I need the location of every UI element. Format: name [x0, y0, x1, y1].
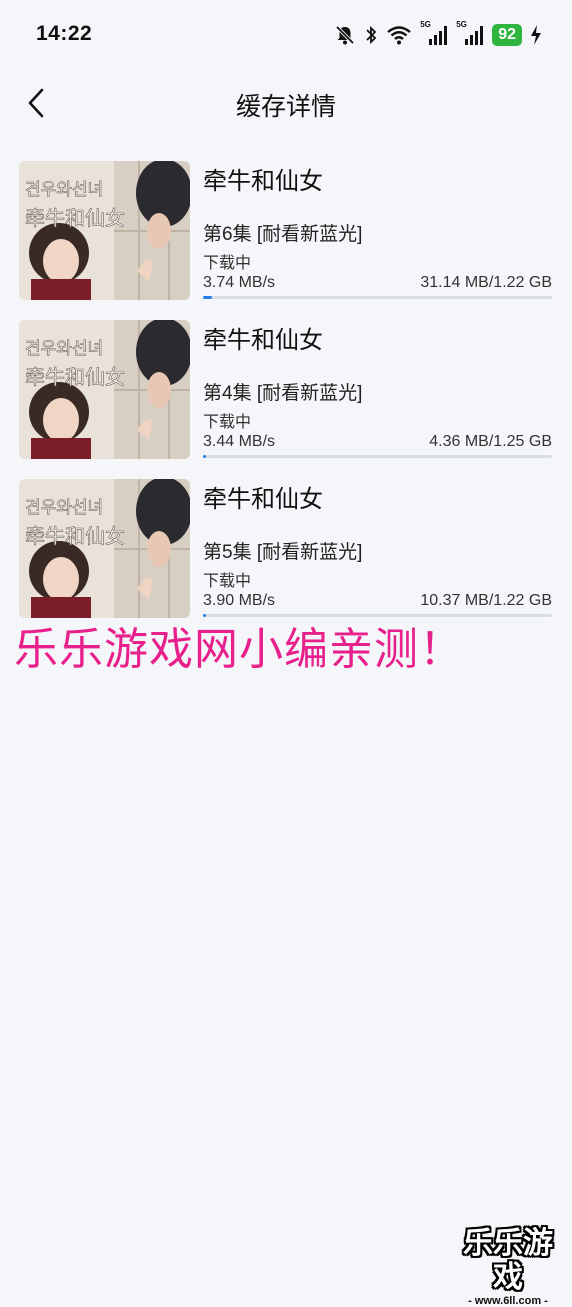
- progress-bar: [203, 455, 552, 458]
- poster-chinese-title: 牵牛和仙女: [25, 365, 125, 389]
- status-bar: 14:22 5G 5G 92: [0, 0, 572, 64]
- download-speed: 3.74 MB/s: [203, 274, 276, 291]
- download-status: 下载中: [203, 414, 252, 431]
- poster-chinese-title: 牵牛和仙女: [25, 206, 125, 230]
- signal-5g-icon: 5G: [456, 20, 484, 47]
- download-info: 牵牛和仙女 第4集 [耐看新蓝光] 下载中 3.44 MB/s 4.36 MB/…: [203, 318, 552, 460]
- episode-label: 第4集 [耐看新蓝光]: [203, 383, 363, 404]
- charging-icon: [531, 25, 541, 45]
- network-label: 5G: [456, 20, 467, 29]
- header: 缓存详情: [0, 72, 572, 134]
- wifi-icon: [387, 26, 411, 45]
- download-size: 10.37 MB/1.22 GB: [420, 592, 552, 609]
- network-label: 5G: [420, 20, 431, 29]
- episode-label: 第5集 [耐看新蓝光]: [203, 542, 363, 563]
- download-size: 31.14 MB/1.22 GB: [420, 274, 552, 291]
- poster-thumbnail: 견우와선녀 牵牛和仙女: [19, 479, 190, 618]
- progress-fill: [203, 296, 212, 299]
- download-title: 牵牛和仙女: [203, 486, 323, 513]
- download-title: 牵牛和仙女: [203, 327, 323, 354]
- watermark-text: 乐乐游戏网小编亲测！: [14, 624, 464, 675]
- signal-5g-icon: 5G: [420, 20, 448, 47]
- download-title: 牵牛和仙女: [203, 168, 323, 195]
- poster-thumbnail: 견우와선녀 牵牛和仙女: [19, 320, 190, 459]
- poster-korean-title: 견우와선녀: [25, 498, 103, 518]
- site-logo-name: 乐乐游戏: [463, 1226, 553, 1295]
- download-size: 4.36 MB/1.25 GB: [429, 433, 552, 450]
- poster-thumbnail: 견우와선녀 牵牛和仙女: [19, 161, 190, 300]
- site-logo-url: - www.6ll.com -: [468, 1295, 548, 1307]
- status-time: 14:22: [36, 22, 93, 45]
- download-info: 牵牛和仙女 第6集 [耐看新蓝光] 下载中 3.74 MB/s 31.14 MB…: [203, 159, 552, 301]
- download-info: 牵牛和仙女 第5集 [耐看新蓝光] 下载中 3.90 MB/s 10.37 MB…: [203, 477, 552, 619]
- download-speed: 3.90 MB/s: [203, 592, 276, 609]
- battery-icon: 92: [492, 24, 522, 46]
- download-status: 下载中: [203, 255, 252, 272]
- progress-fill: [203, 455, 207, 458]
- episode-label: 第6集 [耐看新蓝光]: [203, 224, 363, 245]
- download-item[interactable]: 견우와선녀 牵牛和仙女 牵牛和仙女 第5集 [耐看新蓝光] 下载中 3.90 M…: [0, 477, 572, 619]
- download-speed: 3.44 MB/s: [203, 433, 276, 450]
- poster-chinese-title: 牵牛和仙女: [25, 524, 125, 548]
- site-logo: 乐乐游戏 - www.6ll.com -: [450, 1227, 566, 1307]
- status-icons: 5G 5G 92: [334, 20, 542, 48]
- poster-korean-title: 견우와선녀: [25, 339, 103, 359]
- poster-korean-title: 견우와선녀: [25, 180, 103, 200]
- progress-bar: [203, 296, 552, 299]
- bluetooth-icon: [366, 25, 377, 45]
- download-item[interactable]: 견우와선녀 牵牛和仙女 牵牛和仙女 第6集 [耐看新蓝光] 下载中 3.74 M…: [0, 159, 572, 301]
- download-status: 下载中: [203, 573, 252, 590]
- download-item[interactable]: 견우와선녀 牵牛和仙女 牵牛和仙女 第4集 [耐看新蓝光] 下载中 3.44 M…: [0, 318, 572, 460]
- page-title: 缓存详情: [235, 93, 336, 121]
- bell-muted-icon: [335, 25, 355, 45]
